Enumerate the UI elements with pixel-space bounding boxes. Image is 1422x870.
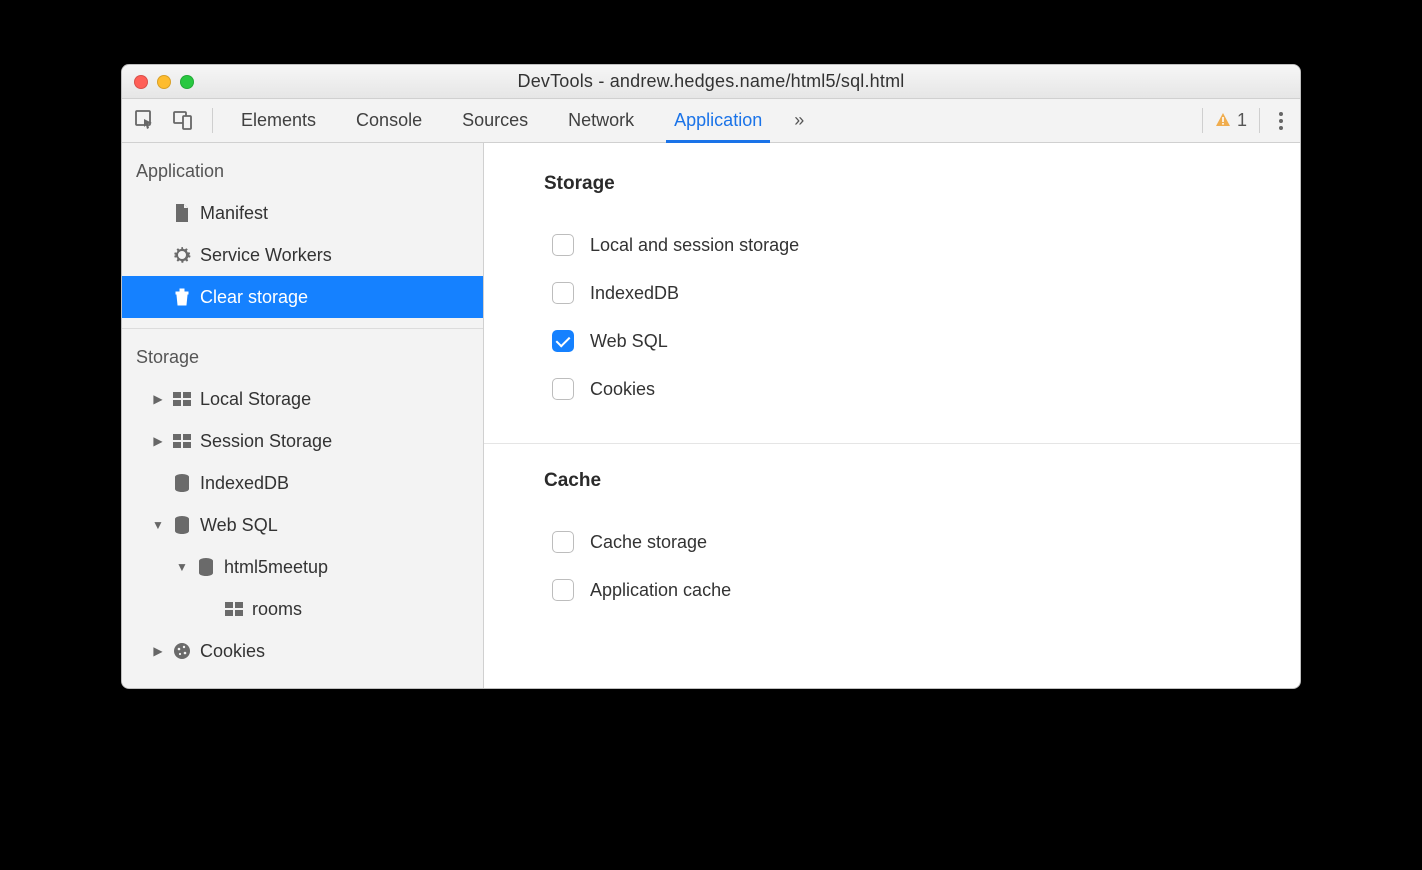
device-toggle-icon[interactable] [172,109,194,131]
trash-icon [172,287,192,307]
tab-application[interactable]: Application [672,99,764,142]
gear-icon [172,245,192,265]
devtools-window: DevTools - andrew.hedges.name/html5/sql.… [121,64,1301,689]
checkbox-row-web-sql[interactable]: Web SQL [544,317,1300,365]
sidebar-item-label: Manifest [200,203,268,224]
storage-group-title: Storage [544,173,1300,195]
table-icon [172,431,192,451]
table-icon [172,389,192,409]
sidebar-item-cookies[interactable]: ▶ Cookies [122,630,483,672]
checkbox-label: Application cache [590,580,731,601]
checkbox-label: Local and session storage [590,235,799,256]
cookie-icon [172,641,192,661]
checkbox[interactable] [552,330,574,352]
tab-elements[interactable]: Elements [239,99,318,142]
checkbox-row-cookies[interactable]: Cookies [544,365,1300,413]
checkbox[interactable] [552,234,574,256]
settings-menu-icon[interactable] [1270,111,1292,131]
minimize-window-button[interactable] [157,75,171,89]
checkbox[interactable] [552,282,574,304]
sidebar-item-indexeddb[interactable]: IndexedDB [122,462,483,504]
chevron-down-icon: ▼ [176,560,188,574]
database-icon [172,473,192,493]
storage-group: Storage Local and session storage Indexe… [484,173,1300,444]
checkbox-label: Cookies [590,379,655,400]
sidebar-item-label: Web SQL [200,515,278,536]
content-area: Application Manifest Service Workers [122,143,1300,688]
warning-icon [1215,112,1231,128]
checkbox-label: Cache storage [590,532,707,553]
chevron-right-icon: ▶ [152,434,164,448]
more-tabs-icon[interactable]: » [794,110,804,131]
chevron-right-icon: ▶ [152,644,164,658]
sidebar-item-manifest[interactable]: Manifest [122,192,483,234]
warnings-badge[interactable]: 1 [1202,108,1260,134]
tab-sources[interactable]: Sources [460,99,530,142]
sidebar-item-label: Service Workers [200,245,332,266]
sidebar-item-local-storage[interactable]: ▶ Local Storage [122,378,483,420]
zoom-window-button[interactable] [180,75,194,89]
database-icon [172,515,192,535]
sidebar-item-label: Cookies [200,641,265,662]
sidebar-item-service-workers[interactable]: Service Workers [122,234,483,276]
checkbox-row-local-session[interactable]: Local and session storage [544,221,1300,269]
checkbox-row-indexeddb[interactable]: IndexedDB [544,269,1300,317]
checkbox-row-application-cache[interactable]: Application cache [544,566,1300,614]
cache-group: Cache Cache storage Application cache [484,470,1300,644]
sidebar-item-session-storage[interactable]: ▶ Session Storage [122,420,483,462]
table-icon [224,599,244,619]
clear-storage-panel: Storage Local and session storage Indexe… [484,143,1300,688]
sidebar-section-storage: Storage [122,329,483,378]
database-icon [196,557,216,577]
checkbox[interactable] [552,531,574,553]
checkbox-row-cache-storage[interactable]: Cache storage [544,518,1300,566]
checkbox-label: IndexedDB [590,283,679,304]
close-window-button[interactable] [134,75,148,89]
warning-count: 1 [1237,110,1247,131]
chevron-down-icon: ▼ [152,518,164,532]
devtools-toolbar: Elements Console Sources Network Applica… [122,99,1300,143]
sidebar-item-web-sql-database[interactable]: ▼ html5meetup [122,546,483,588]
tab-network[interactable]: Network [566,99,636,142]
window-title: DevTools - andrew.hedges.name/html5/sql.… [122,71,1300,92]
checkbox[interactable] [552,378,574,400]
cache-group-title: Cache [544,470,1300,492]
sidebar-item-label: rooms [252,599,302,620]
traffic-lights [134,75,194,89]
sidebar-item-web-sql-table[interactable]: rooms [122,588,483,630]
sidebar-item-web-sql[interactable]: ▼ Web SQL [122,504,483,546]
sidebar-item-label: html5meetup [224,557,328,578]
application-sidebar: Application Manifest Service Workers [122,143,484,688]
inspect-element-icon[interactable] [134,109,156,131]
sidebar-item-label: Clear storage [200,287,308,308]
checkbox[interactable] [552,579,574,601]
sidebar-item-label: Local Storage [200,389,311,410]
sidebar-item-label: Session Storage [200,431,332,452]
window-titlebar: DevTools - andrew.hedges.name/html5/sql.… [122,65,1300,99]
sidebar-item-clear-storage[interactable]: Clear storage [122,276,483,318]
tab-console[interactable]: Console [354,99,424,142]
document-icon [172,203,192,223]
checkbox-label: Web SQL [590,331,668,352]
sidebar-item-label: IndexedDB [200,473,289,494]
chevron-right-icon: ▶ [152,392,164,406]
sidebar-section-application: Application [122,143,483,192]
